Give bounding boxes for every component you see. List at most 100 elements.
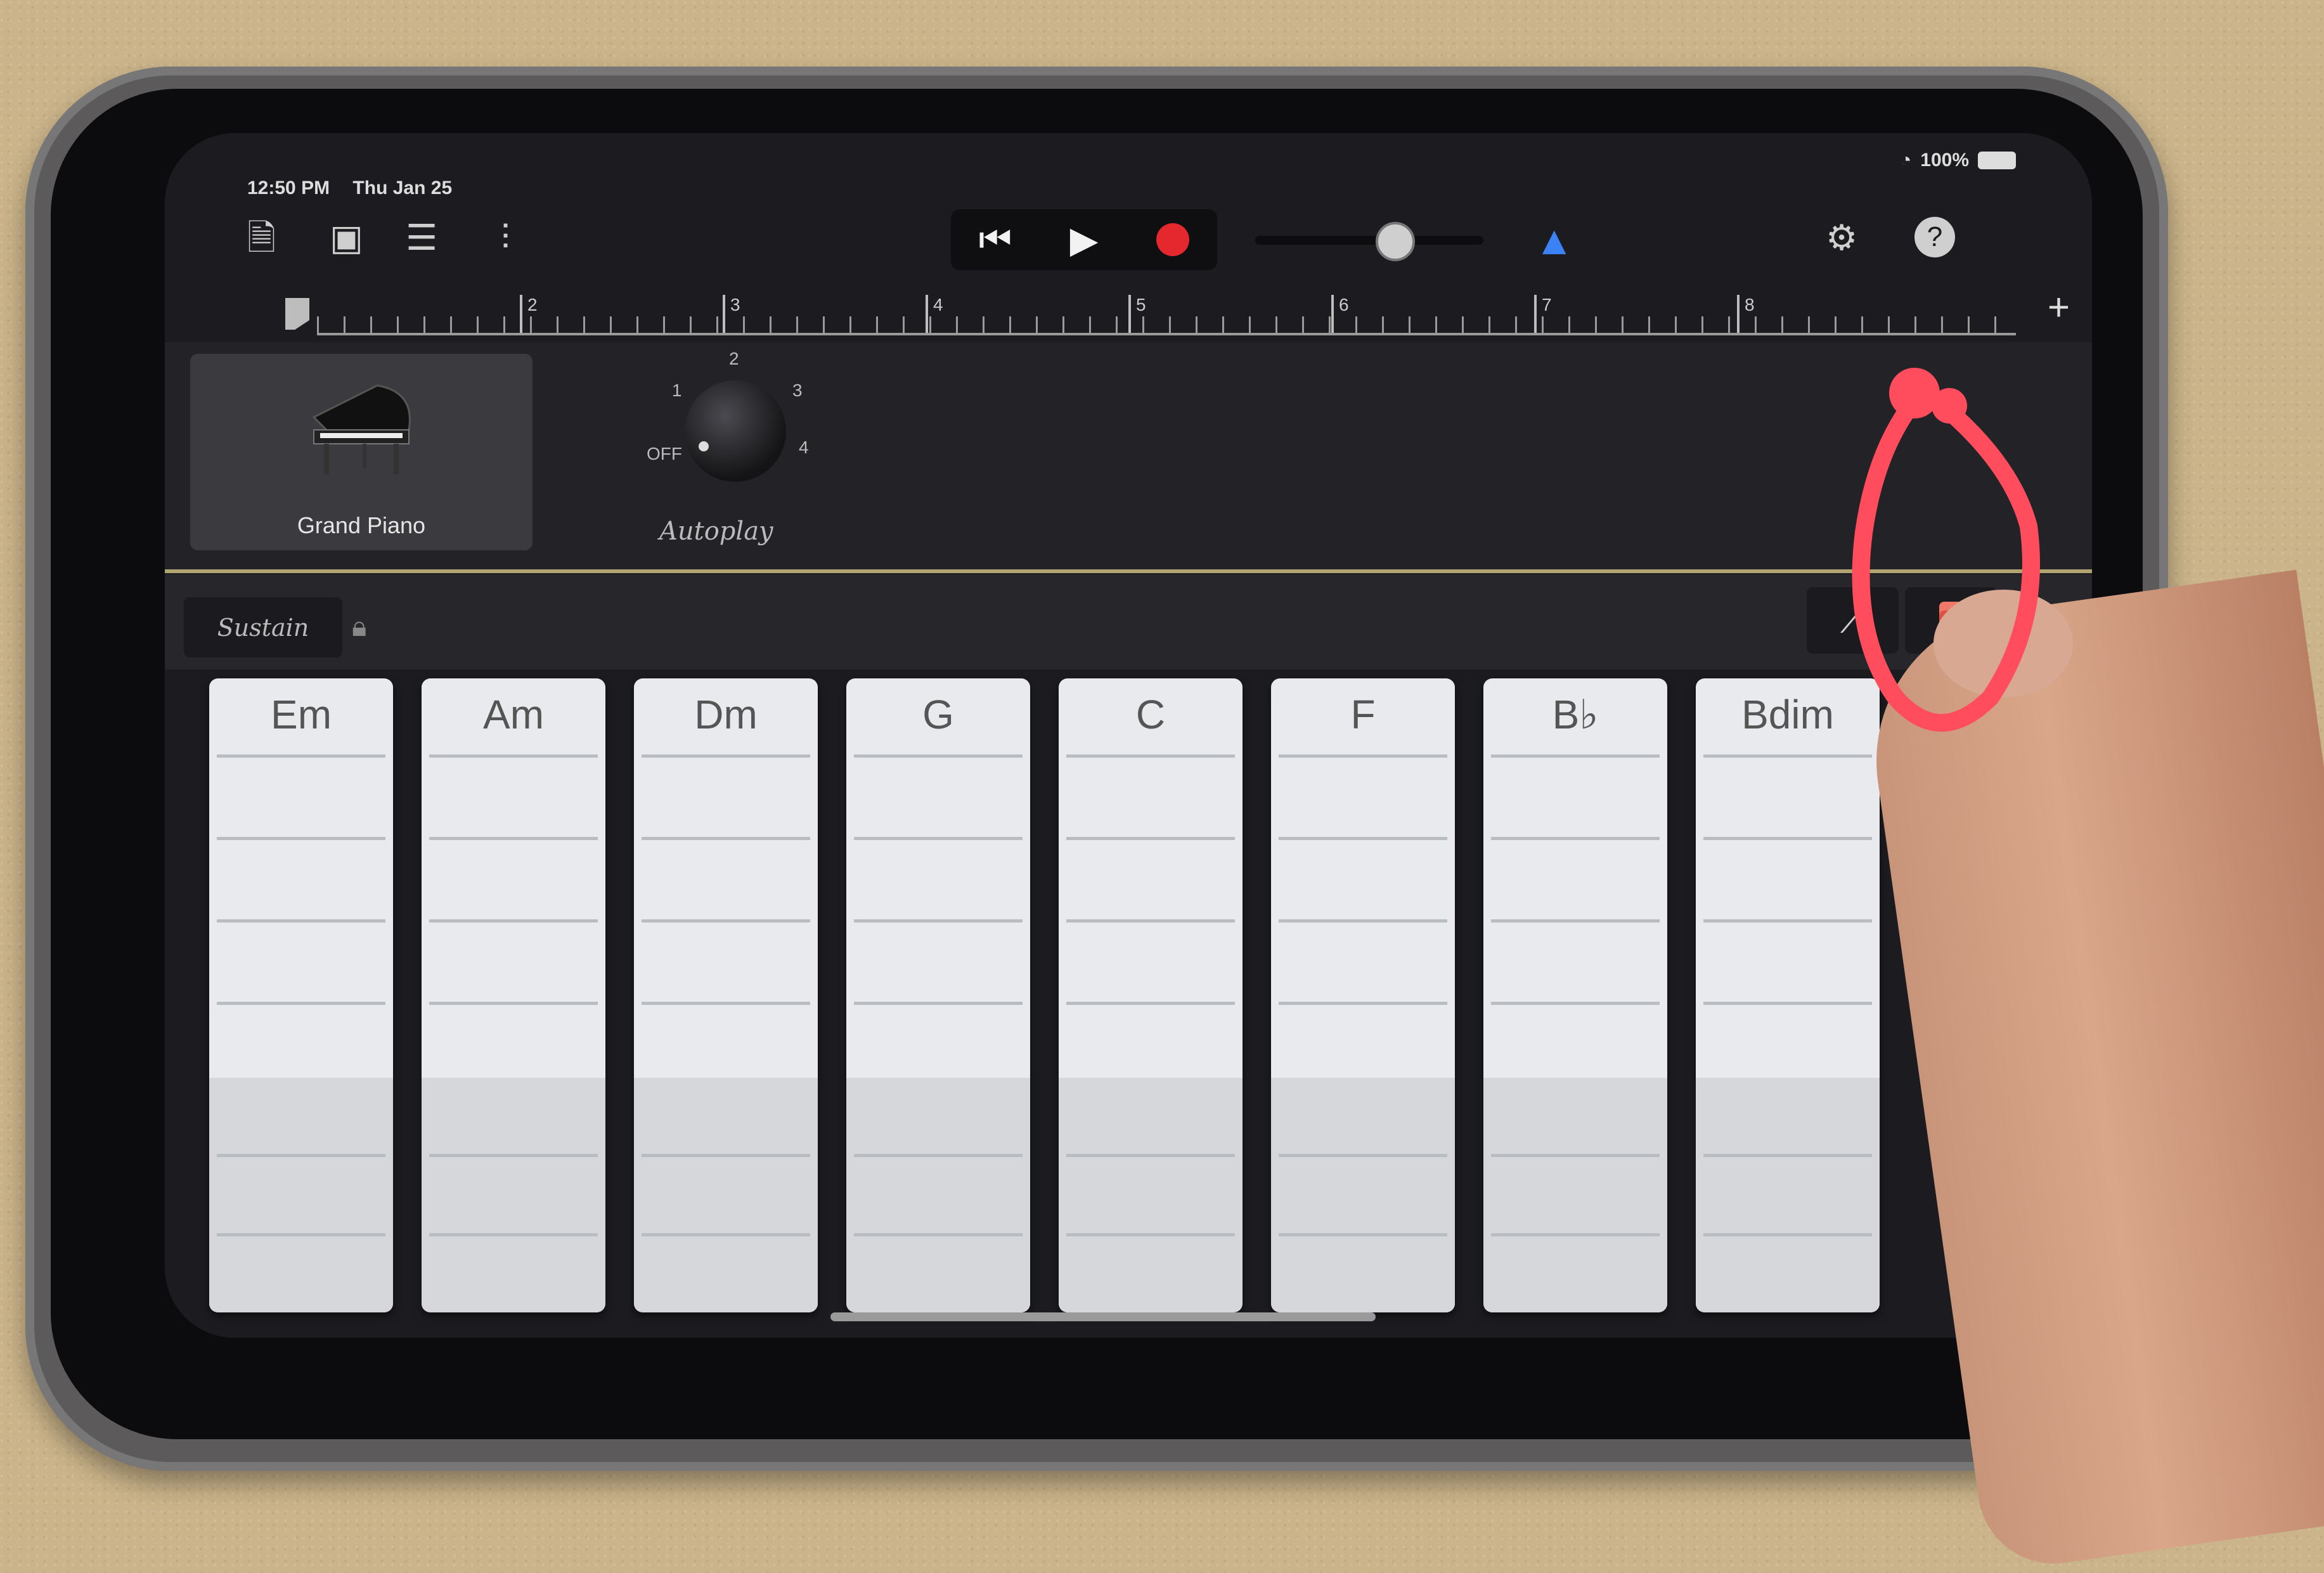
strip-divider	[642, 1233, 810, 1236]
strip-divider	[1703, 1154, 1872, 1157]
chord-strip-c[interactable]: C	[1059, 678, 1243, 1312]
autoplay-knob[interactable]	[685, 380, 786, 482]
ruler-bar-6: 6	[1331, 295, 1349, 333]
strip-divider	[1066, 837, 1235, 840]
strip-divider	[642, 1154, 810, 1157]
mixer-icon[interactable]: ⫶	[501, 216, 510, 260]
instrument-name: Grand Piano	[297, 512, 426, 538]
strip-divider	[1066, 754, 1235, 758]
strip-divider	[1491, 754, 1660, 758]
ruler-bar-5: 5	[1128, 295, 1146, 333]
strip-divider	[1066, 1154, 1235, 1157]
chord-label: Em	[271, 692, 332, 737]
autoplay-label: Autoplay	[659, 517, 773, 546]
strip-divider	[1703, 1002, 1872, 1005]
chord-strip-bdim[interactable]: Bdim	[1696, 678, 1880, 1312]
controls-bar: Sustain 🔒︎ ⟋	[165, 574, 2092, 670]
strip-divider	[1491, 1002, 1660, 1005]
playhead-start-icon[interactable]	[285, 298, 309, 330]
strip-divider	[1491, 837, 1660, 840]
strip-divider	[854, 754, 1023, 758]
chord-strip-dm[interactable]: Dm	[634, 678, 818, 1312]
status-time: 12:50 PM	[247, 178, 330, 198]
status-bar-right: ◔ 100%	[1900, 150, 2016, 171]
bass-section[interactable]	[1059, 1078, 1243, 1312]
settings-icon[interactable]: ⚙	[1826, 216, 1857, 260]
instrument-selector[interactable]: Grand Piano	[190, 354, 533, 550]
chord-label: G	[922, 692, 954, 737]
tracks-view-icon[interactable]: ▣	[330, 216, 363, 260]
strip-divider	[1279, 754, 1447, 758]
strip-divider	[1491, 919, 1660, 922]
chord-label: Am	[483, 692, 544, 737]
autoplay-3-label: 3	[792, 380, 803, 400]
autoplay-2-label: 2	[729, 349, 739, 368]
status-date: Thu Jan 25	[352, 178, 453, 198]
strip-divider	[1279, 1233, 1447, 1236]
strip-divider	[217, 1002, 385, 1005]
strip-divider	[217, 1154, 385, 1157]
strip-divider	[217, 919, 385, 922]
wifi-icon: ◔	[1900, 150, 1912, 171]
bass-section[interactable]	[422, 1078, 605, 1312]
strip-divider	[217, 1233, 385, 1236]
master-volume-slider[interactable]	[1255, 236, 1483, 245]
add-section-icon[interactable]: +	[2048, 285, 2070, 329]
home-indicator[interactable]	[830, 1312, 1376, 1321]
chord-label: F	[1350, 692, 1376, 737]
grand-piano-icon	[312, 384, 411, 474]
ruler-bar-4: 4	[926, 295, 943, 333]
volume-slider-knob[interactable]	[1376, 222, 1415, 261]
strip-divider	[642, 919, 810, 922]
record-button[interactable]	[1128, 209, 1217, 270]
chord-label: C	[1135, 692, 1166, 737]
strip-divider	[217, 837, 385, 840]
play-icon[interactable]: ▶	[1040, 209, 1128, 270]
annotation-circle	[1852, 368, 2040, 732]
chord-strip-g[interactable]: G	[846, 678, 1030, 1312]
battery-percent: 100%	[1920, 150, 1969, 171]
chord-strip-b-flat[interactable]: B♭	[1483, 678, 1667, 1312]
knob-indicator	[699, 441, 709, 451]
chord-strip-em[interactable]: Em	[209, 678, 393, 1312]
strip-divider	[1279, 837, 1447, 840]
strip-divider	[217, 754, 385, 758]
chord-strip-am[interactable]: Am	[422, 678, 605, 1312]
strip-divider	[1703, 837, 1872, 840]
bass-section[interactable]	[1696, 1078, 1880, 1312]
strip-divider	[1279, 919, 1447, 922]
timeline-ruler[interactable]: 2 3 4 5 6 7 8	[317, 295, 2016, 335]
bass-section[interactable]	[1483, 1078, 1667, 1312]
strip-divider	[642, 754, 810, 758]
garageband-screen: 12:50 PM Thu Jan 25 ◔ 100% 🗎 ▣ ☰ ⫶ ⏮ ▶ ▲…	[165, 133, 2092, 1338]
strip-divider	[429, 919, 598, 922]
chord-strip-f[interactable]: F	[1271, 678, 1455, 1312]
rewind-icon[interactable]: ⏮	[951, 209, 1040, 270]
autoplay-1-label: 1	[672, 380, 682, 400]
track-list-icon[interactable]: ☰	[406, 216, 437, 260]
strip-divider	[1279, 1002, 1447, 1005]
help-icon[interactable]: ?	[1914, 217, 1955, 257]
bass-section[interactable]	[634, 1078, 818, 1312]
bass-section[interactable]	[846, 1078, 1030, 1312]
metronome-icon[interactable]: ▲	[1534, 217, 1574, 264]
strip-divider	[1491, 1154, 1660, 1157]
ruler-bar-3: 3	[723, 295, 740, 333]
bass-section[interactable]	[209, 1078, 393, 1312]
sustain-button[interactable]: Sustain	[184, 597, 342, 657]
strip-divider	[429, 1002, 598, 1005]
strip-divider	[1279, 1154, 1447, 1157]
lock-icon[interactable]: 🔒︎	[352, 611, 366, 643]
document-icon[interactable]: 🗎	[247, 216, 276, 260]
strip-divider	[1491, 1233, 1660, 1236]
chord-label: Dm	[694, 692, 758, 737]
ruler-bar-8: 8	[1737, 295, 1755, 333]
bass-section[interactable]	[1271, 1078, 1455, 1312]
strip-divider	[642, 837, 810, 840]
battery-icon	[1978, 152, 2016, 169]
strip-divider	[854, 1154, 1023, 1157]
ruler-bar-2: 2	[520, 295, 538, 333]
strip-divider	[1703, 919, 1872, 922]
strip-divider	[854, 1233, 1023, 1236]
autoplay-4-label: 4	[799, 437, 809, 457]
